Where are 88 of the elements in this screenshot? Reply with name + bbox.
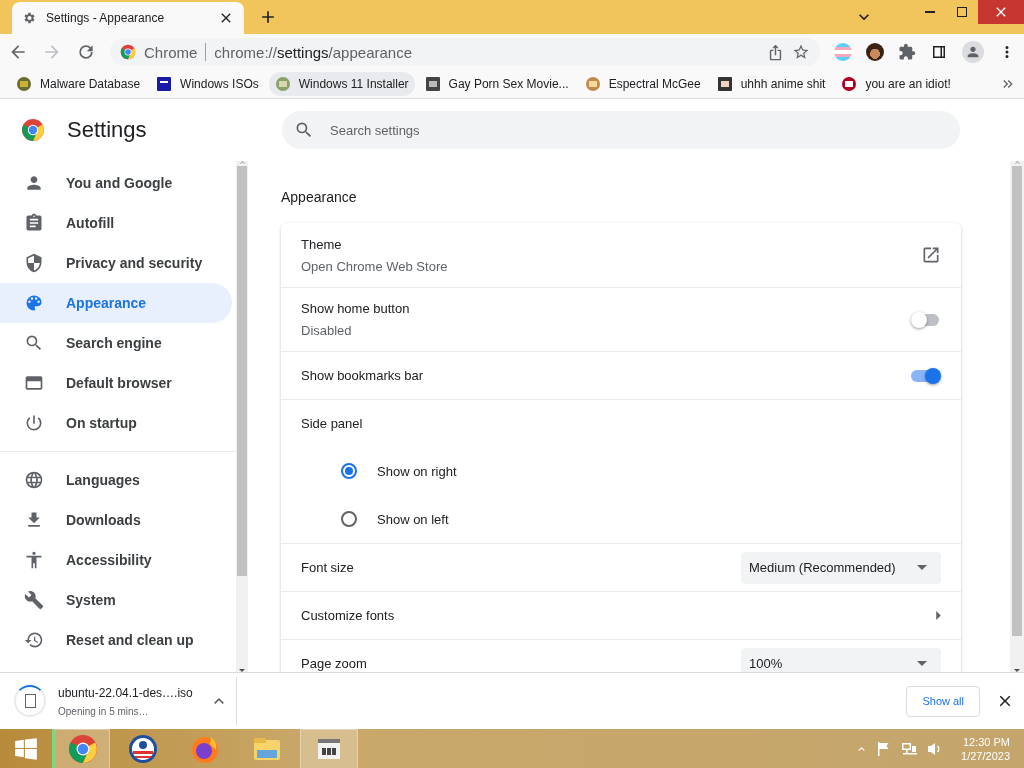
restore-button[interactable]: [957, 7, 967, 17]
settings-title: Settings: [67, 117, 147, 143]
sidebar-item[interactable]: Reset and clean up: [0, 620, 232, 660]
caret-down-icon: [917, 661, 927, 666]
chevron-up-icon[interactable]: [214, 698, 224, 704]
bookmark-favicon-icon: [156, 76, 173, 92]
setting-link[interactable]: Open Chrome Web Store: [301, 258, 921, 274]
power-icon: [24, 413, 44, 433]
bookmark[interactable]: you are an idiot!: [835, 72, 957, 96]
bookmark-favicon-icon: [716, 76, 733, 92]
sidebar-item[interactable]: Downloads: [0, 500, 232, 540]
radio-label: Show on right: [377, 463, 457, 479]
bookmark[interactable]: Windows 11 Installer: [268, 72, 415, 96]
caret-down-icon: [917, 565, 927, 570]
scrollbar[interactable]: [1010, 161, 1024, 672]
extension-icon[interactable]: [866, 43, 884, 61]
dropdown[interactable]: 100%: [741, 647, 941, 672]
sidebar-item[interactable]: System: [0, 580, 232, 620]
windows-start-icon[interactable]: [13, 736, 39, 762]
bookmark[interactable]: Windows ISOs: [150, 72, 265, 96]
radio-label: Show on left: [377, 511, 449, 527]
show-all-button[interactable]: Show all: [906, 685, 980, 717]
accessibility-icon: [24, 550, 44, 570]
sidebar-item[interactable]: Default browser: [0, 363, 232, 403]
radio-button[interactable]: [341, 463, 357, 479]
bookmark-favicon-icon: [584, 76, 601, 92]
ring-app-icon[interactable]: [127, 733, 159, 765]
star-icon[interactable]: [792, 43, 810, 61]
caret-up-icon: [239, 161, 245, 164]
address-bar[interactable]: Chrome chrome://settings/appearance: [110, 38, 820, 66]
file-name: ubuntu-22.04.1-des….iso: [58, 685, 194, 700]
side-panel-icon[interactable]: [930, 43, 948, 61]
bookmark[interactable]: Gay Porn Sex Movie...: [418, 72, 575, 96]
browser-icon[interactable]: [66, 733, 99, 765]
bookmark-favicon-icon: [841, 76, 858, 92]
setting-label: Theme: [301, 236, 343, 252]
download-status: Opening in 5 mins…: [58, 705, 150, 717]
bookmark[interactable]: Espectral McGee: [578, 72, 707, 96]
external-link-icon[interactable]: [921, 245, 941, 265]
caret-up-icon: [1014, 161, 1020, 164]
person-icon: [965, 44, 981, 60]
history-icon: [24, 630, 44, 650]
chrome-logo-icon: [21, 118, 45, 142]
sidebar-item[interactable]: On startup: [0, 403, 232, 443]
sidebar-item[interactable]: Autofill: [0, 203, 232, 243]
globe-icon: [24, 470, 44, 490]
wrench-icon: [24, 590, 44, 610]
site-label: Chrome: [144, 43, 198, 61]
clipboard-icon: [24, 213, 44, 233]
bookmark[interactable]: uhhh anime shit: [710, 72, 832, 96]
share-icon[interactable]: [767, 43, 784, 61]
chrome-logo-icon: [120, 44, 136, 60]
reload-icon[interactable]: [76, 42, 96, 62]
puzzle-icon[interactable]: [898, 43, 916, 61]
setting-label: Side panel: [301, 416, 363, 431]
search-icon: [24, 333, 44, 353]
bookmark[interactable]: Malware Database: [10, 72, 147, 96]
dropdown[interactable]: Medium (Recommended): [741, 551, 941, 584]
bookmark-favicon-icon: [16, 76, 32, 92]
setting-label: Customize fonts: [301, 608, 396, 623]
section-title: Appearance: [281, 189, 358, 205]
gear-icon: [22, 11, 36, 25]
sidebar-item[interactable]: You and Google: [0, 163, 232, 203]
file-progress-icon: [14, 685, 46, 717]
browser-window-icon: [24, 373, 44, 393]
search-field[interactable]: Search settings: [282, 111, 960, 149]
setting-label: Show home button: [301, 301, 411, 316]
sidebar-item[interactable]: Search engine: [0, 323, 232, 363]
shield-icon: [24, 253, 44, 273]
sidebar-item[interactable]: Languages: [0, 460, 232, 500]
scrollbar[interactable]: [236, 161, 248, 672]
setting-label: Font size: [301, 560, 355, 575]
bookmark-favicon-icon: [274, 76, 291, 92]
sidebar-item[interactable]: Accessibility: [0, 540, 232, 580]
setting-description: Disabled: [301, 323, 353, 338]
caret-right-icon[interactable]: [936, 611, 941, 620]
setting-label: Show bookmarks bar: [301, 368, 425, 383]
profile-button[interactable]: [962, 41, 984, 63]
radio-button[interactable]: [341, 511, 357, 527]
url-text: chrome://settings/appearance: [214, 43, 413, 61]
palette-icon: [24, 293, 44, 313]
browser-tab[interactable]: Settings - Appearance: [12, 2, 244, 34]
sidebar-item[interactable]: Appearance: [0, 283, 232, 323]
download-item[interactable]: ubuntu-22.04.1-des….iso Opening in 5 mins…: [14, 677, 237, 725]
search-icon: [294, 120, 314, 140]
sidebar-item[interactable]: Privacy and security: [0, 243, 232, 283]
bookmark-favicon-icon: [424, 76, 441, 92]
setting-label: Page zoom: [301, 656, 368, 671]
